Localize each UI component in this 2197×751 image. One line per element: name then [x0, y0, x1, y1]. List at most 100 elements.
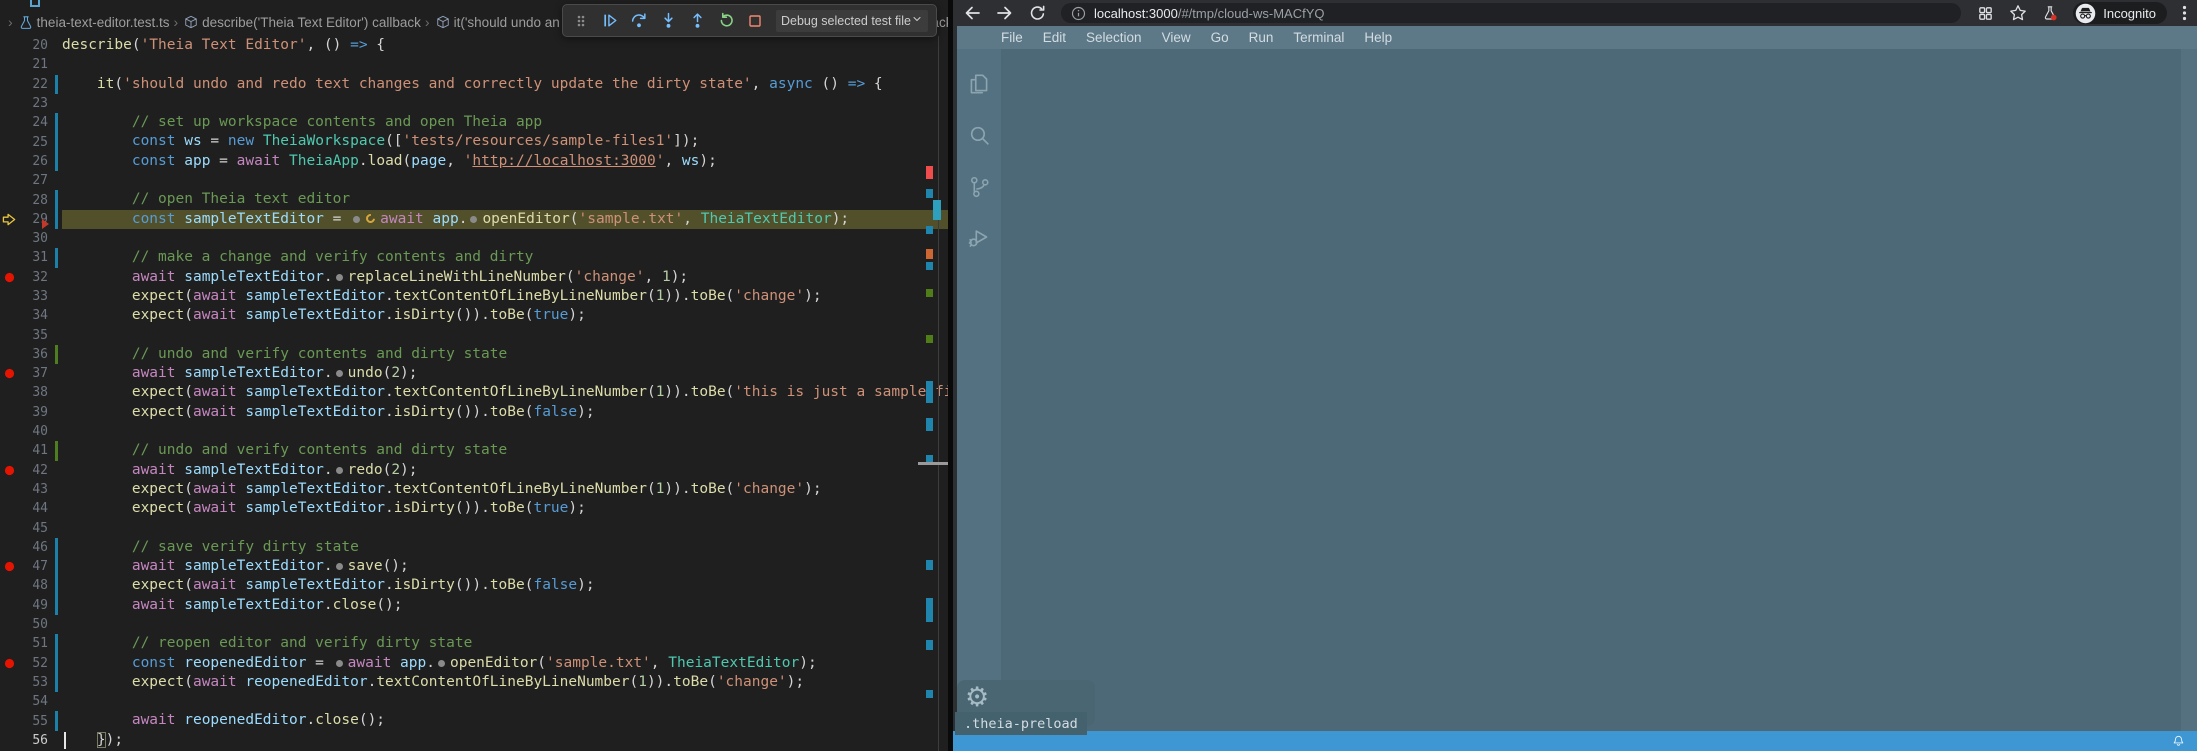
line-number[interactable]: 28: [18, 193, 48, 208]
code-text[interactable]: [62, 94, 948, 113]
code-line-44[interactable]: 44 expect(await sampleTextEditor.isDirty…: [0, 499, 948, 518]
code-line-47[interactable]: 47 await sampleTextEditor.save();: [0, 557, 948, 576]
notifications-bell-icon[interactable]: [2172, 734, 2185, 749]
code-line-36[interactable]: 36 // undo and verify contents and dirty…: [0, 345, 948, 364]
line-number[interactable]: 27: [18, 173, 48, 188]
code-line-21[interactable]: 21: [0, 55, 948, 74]
inline-breakpoint-dot[interactable]: [336, 467, 343, 474]
inline-breakpoint-dot[interactable]: [336, 563, 343, 570]
line-number[interactable]: 38: [18, 385, 48, 400]
continue-button[interactable]: [600, 9, 620, 33]
code-line-49[interactable]: 49 await sampleTextEditor.close();: [0, 596, 948, 615]
code-line-39[interactable]: 39 expect(await sampleTextEditor.isDirty…: [0, 403, 948, 422]
line-number[interactable]: 34: [18, 308, 48, 323]
code-line-32[interactable]: 32 await sampleTextEditor.replaceLineWit…: [0, 268, 948, 287]
line-number[interactable]: 52: [18, 656, 48, 671]
code-line-30[interactable]: 30: [0, 229, 948, 248]
code-line-43[interactable]: 43 expect(await sampleTextEditor.textCon…: [0, 480, 948, 499]
line-number[interactable]: 43: [18, 482, 48, 497]
code-text[interactable]: [62, 229, 948, 248]
files-icon[interactable]: [966, 71, 992, 97]
line-number[interactable]: 20: [18, 38, 48, 53]
line-number[interactable]: 55: [18, 714, 48, 729]
breakpoint-icon[interactable]: [0, 272, 18, 283]
line-number[interactable]: 48: [18, 578, 48, 593]
menu-view[interactable]: View: [1152, 30, 1201, 45]
code-line-56[interactable]: 56 });: [0, 731, 948, 750]
line-number[interactable]: 37: [18, 366, 48, 381]
breakpoint-icon[interactable]: [0, 368, 18, 379]
code-line-33[interactable]: 33 expect(await sampleTextEditor.textCon…: [0, 287, 948, 306]
restart-button[interactable]: [716, 9, 736, 33]
inline-breakpoint-dot[interactable]: [470, 216, 477, 223]
code-line-20[interactable]: 20 describe('Theia Text Editor', () => {: [0, 36, 948, 55]
line-number[interactable]: 41: [18, 443, 48, 458]
code-text[interactable]: const app = await TheiaApp.load(page, 'h…: [62, 152, 948, 171]
theia-status-bar[interactable]: [953, 731, 2197, 751]
line-number[interactable]: 54: [18, 694, 48, 709]
line-number[interactable]: 44: [18, 501, 48, 516]
chrome-menu-icon[interactable]: [2182, 4, 2187, 22]
step-out-button[interactable]: [687, 9, 707, 33]
extensions-grid-icon[interactable]: [1977, 5, 1994, 22]
code-line-54[interactable]: 54: [0, 692, 948, 711]
code-line-55[interactable]: 55 await reopenedEditor.close();: [0, 711, 948, 730]
step-into-button[interactable]: [658, 9, 678, 33]
code-line-27[interactable]: 27: [0, 171, 948, 190]
code-text[interactable]: [62, 615, 948, 634]
code-text[interactable]: expect(await sampleTextEditor.textConten…: [62, 480, 948, 499]
line-number[interactable]: 56: [18, 733, 48, 748]
code-text[interactable]: [62, 171, 948, 190]
code-text[interactable]: await sampleTextEditor.redo(2);: [62, 461, 948, 480]
code-text[interactable]: expect(await sampleTextEditor.textConten…: [62, 383, 948, 402]
code-text[interactable]: // reopen editor and verify dirty state: [62, 634, 948, 653]
code-line-38[interactable]: 38 expect(await sampleTextEditor.textCon…: [0, 383, 948, 402]
inline-breakpoint-dot[interactable]: [353, 216, 360, 223]
experiments-flask-icon[interactable]: [2042, 5, 2058, 22]
inline-breakpoint-dot[interactable]: [336, 370, 343, 377]
line-number[interactable]: 26: [18, 154, 48, 169]
code-text[interactable]: const reopenedEditor = await app.openEdi…: [62, 654, 948, 673]
line-number[interactable]: 47: [18, 559, 48, 574]
line-number[interactable]: 31: [18, 250, 48, 265]
code-line-42[interactable]: 42 await sampleTextEditor.redo(2);: [0, 461, 948, 480]
forward-icon[interactable]: [996, 4, 1014, 22]
code-text[interactable]: describe('Theia Text Editor', () => {: [62, 36, 948, 55]
search-icon[interactable]: [966, 122, 992, 148]
code-text[interactable]: expect(await sampleTextEditor.isDirty())…: [62, 306, 948, 325]
menu-selection[interactable]: Selection: [1076, 30, 1152, 45]
settings-gear-icon[interactable]: ⚙: [965, 684, 989, 711]
menu-go[interactable]: Go: [1201, 30, 1239, 45]
line-number[interactable]: 46: [18, 540, 48, 555]
step-over-button[interactable]: [629, 9, 649, 33]
code-line-22[interactable]: 22 it('should undo and redo text changes…: [0, 75, 948, 94]
menu-run[interactable]: Run: [1239, 30, 1284, 45]
code-text[interactable]: await sampleTextEditor.replaceLineWithLi…: [62, 268, 948, 287]
breadcrumb-file[interactable]: theia-text-editor.test.ts: [37, 15, 170, 30]
code-text[interactable]: await sampleTextEditor.undo(2);: [62, 364, 948, 383]
line-number[interactable]: 45: [18, 521, 48, 536]
code-line-48[interactable]: 48 expect(await sampleTextEditor.isDirty…: [0, 576, 948, 595]
code-text[interactable]: // undo and verify contents and dirty st…: [62, 441, 948, 460]
code-line-46[interactable]: 46 // save verify dirty state: [0, 538, 948, 557]
code-line-24[interactable]: 24 // set up workspace contents and open…: [0, 113, 948, 132]
code-text[interactable]: [62, 422, 948, 441]
line-number[interactable]: 53: [18, 675, 48, 690]
code-line-23[interactable]: 23: [0, 94, 948, 113]
line-number[interactable]: 30: [18, 231, 48, 246]
code-text[interactable]: expect(await sampleTextEditor.isDirty())…: [62, 403, 948, 422]
reload-icon[interactable]: [1029, 5, 1046, 22]
code-text[interactable]: // set up workspace contents and open Th…: [62, 113, 948, 132]
address-bar[interactable]: localhost:3000/#/tmp/cloud-ws-MACfYQ: [1061, 3, 1961, 23]
inline-breakpoint-dot[interactable]: [336, 660, 343, 667]
source-control-icon[interactable]: [966, 173, 992, 199]
code-text[interactable]: it('should undo and redo text changes an…: [62, 75, 948, 94]
code-line-37[interactable]: 37 await sampleTextEditor.undo(2);: [0, 364, 948, 383]
code-text[interactable]: await sampleTextEditor.close();: [62, 596, 948, 615]
code-text[interactable]: [62, 55, 948, 74]
line-number[interactable]: 25: [18, 135, 48, 150]
code-text[interactable]: // save verify dirty state: [62, 538, 948, 557]
code-line-51[interactable]: 51 // reopen editor and verify dirty sta…: [0, 634, 948, 653]
code-line-29[interactable]: 29 const sampleTextEditor = await app.op…: [0, 210, 948, 229]
back-icon[interactable]: [963, 4, 981, 22]
